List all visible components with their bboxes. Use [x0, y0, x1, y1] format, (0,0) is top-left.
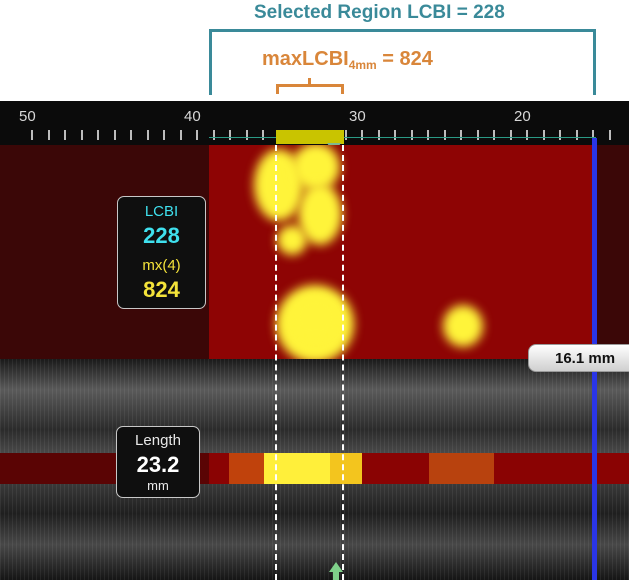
ruler-tick: [576, 130, 578, 140]
block-segment: [330, 453, 362, 484]
mx4-value: 824: [143, 277, 180, 302]
lipid-blob: [277, 225, 307, 255]
max-lcbi-4mm-label: maxLCBI4mm = 824: [262, 48, 433, 72]
max-window-left-boundary: [275, 145, 277, 580]
ruler-tick: [163, 130, 165, 140]
ruler-tick: [147, 130, 149, 140]
ruler-tick: [460, 130, 462, 140]
ivus-longitudinal-image: [0, 359, 629, 580]
ruler-tick: [378, 130, 380, 140]
ruler-tick: [526, 130, 528, 140]
ruler-tick: [64, 130, 66, 140]
ruler-tick: [48, 130, 50, 140]
ruler-tick: [246, 130, 248, 140]
max-lcbi-subscript: 4mm: [348, 58, 377, 72]
ruler-tick: [444, 130, 446, 140]
ruler-tick: [493, 130, 495, 140]
ruler-tick: [609, 130, 611, 140]
length-info-box: Length 23.2 mm: [116, 426, 200, 498]
selected-region-lcbi-label: Selected Region LCBI = 228: [254, 2, 505, 23]
ruler-tick: [394, 130, 396, 140]
lipid-blob: [292, 295, 340, 339]
ruler-tick: [543, 130, 545, 140]
lcbi-label: LCBI: [144, 203, 179, 220]
pullback-ruler[interactable]: 50 40 30 20: [0, 101, 629, 153]
ruler-tick: [559, 130, 561, 140]
ruler-label-20: 20: [514, 108, 531, 125]
ruler-label-50: 50: [19, 108, 36, 125]
lcbi-info-box: LCBI 228 mx(4) 824: [117, 196, 206, 309]
ruler-tick: [262, 130, 264, 140]
ruler-tick: [477, 130, 479, 140]
ruler-tick: [130, 130, 132, 140]
ruler-tick: [81, 130, 83, 140]
length-value: 23.2: [136, 452, 180, 477]
lcbi-value: 228: [143, 223, 180, 248]
block-segment-max: [264, 453, 330, 484]
up-arrow-stem: [333, 572, 339, 580]
ruler-tick: [114, 130, 116, 140]
mx4-label: mx(4): [142, 257, 181, 274]
ruler-label-30: 30: [349, 108, 366, 125]
ruler-tick: [361, 130, 363, 140]
ruler-tick: [97, 130, 99, 140]
block-segment: [429, 453, 494, 484]
lipid-blob: [443, 305, 483, 347]
ruler-tick: [345, 130, 347, 140]
max-lcbi-value: = 824: [376, 48, 433, 70]
ruler-selection-line: [209, 137, 596, 138]
ruler-tick: [510, 130, 512, 140]
ruler-tick: [213, 130, 215, 140]
lcbi-chemogram: [0, 145, 629, 359]
ruler-label-40: 40: [184, 108, 201, 125]
ruler-tick: [180, 130, 182, 140]
max-lcbi-text: maxLCBI: [262, 48, 349, 70]
max-lcbi-bracket-stem: [308, 78, 311, 86]
max-lcbi-window-marker[interactable]: [276, 130, 344, 144]
up-arrow-icon[interactable]: [329, 562, 343, 572]
distance-tag[interactable]: 16.1 mm: [528, 344, 629, 372]
chemogram-outside-region: [597, 145, 629, 359]
ruler-tick: [229, 130, 231, 140]
ruler-tick: [31, 130, 33, 140]
ruler-tick: [427, 130, 429, 140]
length-unit: mm: [147, 478, 169, 493]
block-segment: [229, 453, 264, 484]
max-window-right-boundary: [342, 145, 344, 580]
length-label: Length: [135, 432, 181, 449]
ruler-tick: [411, 130, 413, 140]
ruler-tick: [196, 130, 198, 140]
